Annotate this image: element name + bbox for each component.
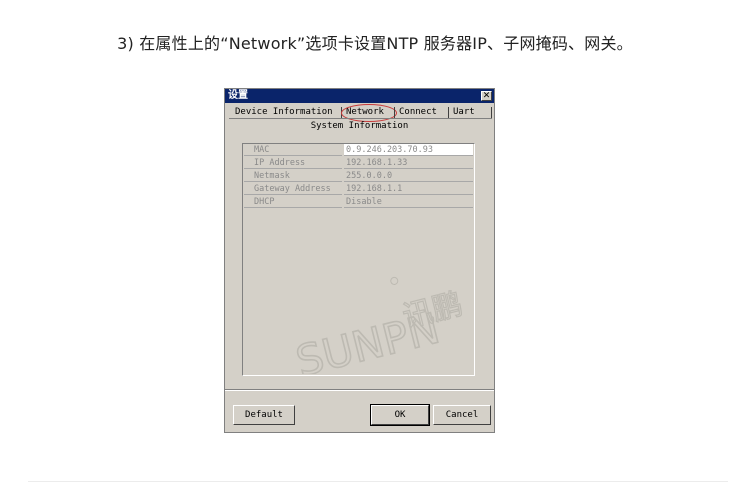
property-name: DHCP — [244, 196, 342, 208]
section-title: System Information — [310, 121, 409, 131]
property-name: MAC — [244, 144, 342, 156]
title-bar[interactable]: 设置 ✕ — [225, 89, 494, 103]
property-row-dhcp[interactable]: DHCP Disable — [244, 196, 473, 209]
ip-address-value-field[interactable]: 192.168.1.33 — [344, 157, 473, 169]
netmask-value-field[interactable]: 255.0.0.0 — [344, 170, 473, 182]
close-button[interactable]: ✕ — [481, 91, 492, 101]
page-bottom-rule — [28, 481, 728, 482]
dhcp-value-field[interactable]: Disable — [344, 196, 473, 208]
settings-dialog: 设置 ✕ Device Information Network Connect … — [224, 88, 495, 433]
registered-mark — [390, 276, 399, 285]
tab-underline — [229, 118, 492, 119]
property-grid: MAC 0.9.246.203.70.93 IP Address 192.168… — [242, 143, 475, 376]
property-row-ip-address[interactable]: IP Address 192.168.1.33 — [244, 157, 473, 170]
property-row-gateway-address[interactable]: Gateway Address 192.168.1.1 — [244, 183, 473, 196]
property-row-mac[interactable]: MAC 0.9.246.203.70.93 — [244, 144, 473, 157]
cancel-button[interactable]: Cancel — [433, 405, 491, 425]
default-button[interactable]: Default — [233, 405, 295, 425]
ok-button[interactable]: OK — [370, 404, 430, 426]
button-divider — [225, 389, 494, 391]
gateway-address-value-field[interactable]: 192.168.1.1 — [344, 183, 473, 195]
property-name: Gateway Address — [244, 183, 342, 195]
property-row-netmask[interactable]: Netmask 255.0.0.0 — [244, 170, 473, 183]
sunpn-watermark-logo: SUNPN 讯鹏 — [290, 276, 467, 374]
mac-value-field[interactable]: 0.9.246.203.70.93 — [344, 144, 473, 156]
instruction-text: 3) 在属性上的“Network”选项卡设置NTP 服务器IP、子网掩码、网关。 — [117, 34, 633, 53]
dialog-title: 设置 — [228, 90, 248, 101]
property-name: Netmask — [244, 170, 342, 182]
property-name: IP Address — [244, 157, 342, 169]
watermark-latin: SUNPN — [291, 303, 444, 374]
watermark-cjk: 讯鹏 — [399, 287, 466, 335]
